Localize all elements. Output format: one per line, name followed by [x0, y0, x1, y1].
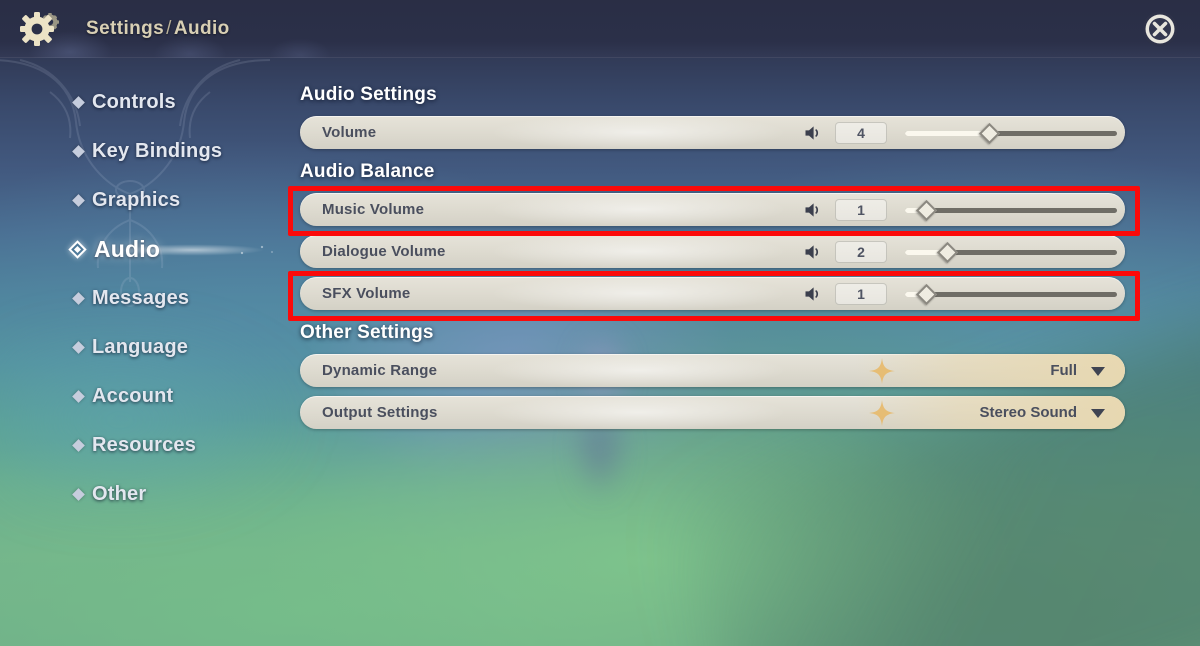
diamond-bullet-icon — [72, 341, 85, 354]
volume-value-box[interactable]: 1 — [835, 198, 887, 221]
speaker-icon[interactable] — [803, 242, 823, 262]
chevron-down-icon[interactable] — [1091, 408, 1105, 418]
slider-cluster: 2 — [803, 235, 1117, 268]
dropdown-row-dynamic-range[interactable]: Dynamic Range Full — [300, 354, 1125, 387]
row-label: Music Volume — [322, 201, 425, 218]
sidebar-item-key-bindings[interactable]: Key Bindings — [0, 127, 290, 176]
speaker-icon — [805, 202, 819, 217]
settings-sidebar: Controls Key Bindings Graphics Audio Message… — [0, 58, 292, 646]
sidebar-item-audio[interactable]: Audio — [0, 225, 292, 274]
breadcrumb-root[interactable]: Settings — [86, 18, 164, 39]
row-label: Volume — [322, 124, 377, 141]
close-icon — [1142, 11, 1178, 47]
gear-icon — [17, 7, 63, 51]
diamond-selected-icon — [68, 240, 87, 259]
sidebar-item-label: Graphics — [92, 189, 181, 211]
volume-slider[interactable] — [905, 199, 1117, 221]
section-title: Other Settings — [300, 322, 434, 343]
section-title: Audio Settings — [300, 84, 437, 105]
breadcrumb-separator: / — [166, 18, 172, 39]
sidebar-item-label: Other — [92, 483, 147, 505]
slider-fill — [905, 130, 990, 136]
window-header: Settings / Audio — [0, 0, 1200, 58]
sparkle-icon — [869, 357, 895, 384]
volume-value-box[interactable]: 4 — [835, 121, 887, 144]
slider-row-music-volume[interactable]: Music Volume 1 — [300, 193, 1125, 226]
sparkle-icon — [869, 399, 895, 426]
slider-row-volume[interactable]: Volume 4 — [300, 116, 1125, 149]
sidebar-nav-list: Controls Key Bindings Graphics Audio Message… — [0, 78, 292, 519]
dropdown-selected-value[interactable]: Full — [1050, 362, 1077, 379]
volume-value-box[interactable]: 2 — [835, 240, 887, 263]
breadcrumb-current: Audio — [173, 18, 230, 39]
dropdown-selected-value[interactable]: Stereo Sound — [979, 404, 1077, 421]
header-ornament — [0, 0, 470, 58]
diamond-bullet-icon — [72, 390, 85, 403]
sidebar-item-graphics[interactable]: Graphics — [0, 176, 290, 225]
slider-cluster: 1 — [803, 193, 1117, 226]
sidebar-item-other[interactable]: Other — [0, 470, 290, 519]
sidebar-item-label: Resources — [92, 434, 197, 456]
sidebar-item-language[interactable]: Language — [0, 323, 290, 372]
row-label: Output Settings — [322, 404, 438, 421]
chevron-down-icon[interactable] — [1091, 366, 1105, 376]
slider-cluster: 1 — [803, 277, 1117, 310]
speaker-icon — [805, 125, 819, 140]
dropdown-row-output-settings[interactable]: Output Settings Stereo Sound — [300, 396, 1125, 429]
slider-handle[interactable] — [915, 199, 937, 221]
dropdown-gradient — [855, 354, 1125, 387]
speaker-icon — [805, 244, 819, 259]
sidebar-item-resources[interactable]: Resources — [0, 421, 290, 470]
diamond-bullet-icon — [72, 292, 85, 305]
sparkle-icon — [869, 399, 895, 426]
sidebar-item-label: Audio — [94, 236, 161, 262]
volume-slider[interactable] — [905, 283, 1117, 305]
slider-handle[interactable] — [915, 283, 937, 305]
settings-content: Audio Settings Volume 4 Audio Balance Music … — [290, 58, 1200, 646]
speaker-icon[interactable] — [803, 284, 823, 304]
sidebar-item-label: Language — [92, 336, 189, 358]
slider-cluster: 4 — [803, 116, 1117, 149]
volume-slider[interactable] — [905, 241, 1117, 263]
sidebar-item-label: Account — [92, 385, 174, 407]
slider-handle[interactable] — [936, 241, 958, 263]
slider-handle[interactable] — [979, 122, 1001, 144]
sparkle-icon — [869, 357, 895, 384]
row-label: Dynamic Range — [322, 362, 438, 379]
slider-row-sfx-volume[interactable]: SFX Volume 1 — [300, 277, 1125, 310]
sidebar-item-label: Controls — [92, 91, 176, 113]
speaker-icon[interactable] — [803, 200, 823, 220]
volume-slider[interactable] — [905, 122, 1117, 144]
sidebar-item-label: Messages — [92, 287, 190, 309]
close-button[interactable] — [1142, 11, 1178, 47]
diamond-bullet-icon — [72, 145, 85, 158]
section-title: Audio Balance — [300, 161, 435, 182]
speaker-icon — [805, 286, 819, 301]
breadcrumb: Settings / Audio — [86, 18, 230, 40]
diamond-bullet-icon — [72, 96, 85, 109]
slider-row-dialogue-volume[interactable]: Dialogue Volume 2 — [300, 235, 1125, 268]
sidebar-item-controls[interactable]: Controls — [0, 78, 290, 127]
settings-screen: Settings / Audio Controls Key Bindings G… — [0, 0, 1200, 646]
volume-value-box[interactable]: 1 — [835, 282, 887, 305]
row-label: SFX Volume — [322, 285, 411, 302]
row-label: Dialogue Volume — [322, 243, 446, 260]
diamond-bullet-icon — [72, 488, 85, 501]
sidebar-item-label: Key Bindings — [92, 140, 223, 162]
sidebar-item-messages[interactable]: Messages — [0, 274, 290, 323]
speaker-icon[interactable] — [803, 123, 823, 143]
sidebar-item-account[interactable]: Account — [0, 372, 290, 421]
diamond-bullet-icon — [72, 439, 85, 452]
diamond-bullet-icon — [72, 194, 85, 207]
